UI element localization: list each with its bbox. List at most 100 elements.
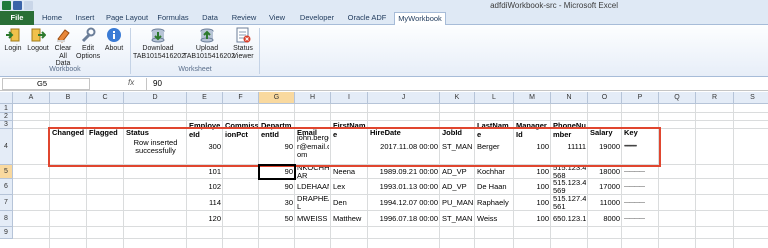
phone-number-cell: 515.123.4 568 [553, 166, 586, 178]
column-header-l[interactable]: L [475, 92, 514, 104]
gridline [13, 194, 768, 195]
upload-button[interactable]: Upload TAB1015416202 [183, 27, 235, 60]
column-header-q[interactable]: Q [659, 92, 696, 104]
column-header-k[interactable]: K [440, 92, 475, 104]
employee-id-cell: 114 [209, 197, 221, 207]
email-cell: LDEHAAN [297, 181, 329, 191]
tab-oracle-adf[interactable]: Oracle ADF [344, 12, 390, 25]
department-id-cell: 30 [284, 197, 293, 207]
tab-home[interactable]: Home [38, 12, 66, 25]
row-header-5[interactable]: 5 [0, 165, 13, 179]
last-name-cell: De Haan [477, 181, 507, 191]
key-cell: ———— [624, 168, 645, 175]
tab-data[interactable]: Data [196, 12, 224, 25]
column-header-c[interactable]: C [87, 92, 124, 104]
download-button[interactable]: Download TAB1015416202 [133, 27, 185, 60]
row-header-7[interactable]: 7 [0, 195, 13, 211]
status-viewer-icon [235, 27, 251, 43]
column-header-n[interactable]: N [551, 92, 588, 104]
last-name-cell: Kochhar [477, 166, 505, 176]
column-header-d[interactable]: D [124, 92, 187, 104]
gridline [13, 112, 768, 113]
manager-id-cell: 100 [536, 197, 549, 207]
formula-input[interactable]: 90 [146, 78, 764, 90]
name-box[interactable]: G5 [2, 78, 90, 90]
salary-cell: 11000 [599, 197, 620, 207]
phone-number-cell: 650.123.1 [553, 213, 586, 223]
tab-myworkbook[interactable]: MyWorkbook [394, 12, 446, 26]
select-all-corner[interactable] [0, 92, 13, 104]
column-header-o[interactable]: O [588, 92, 622, 104]
status-viewer-button[interactable]: Status Viewer [231, 27, 255, 60]
clear-all-data-button[interactable]: Clear All Data [52, 27, 74, 68]
login-button[interactable]: Login [2, 27, 24, 53]
job-id-cell: AD_VP [442, 166, 467, 176]
salary-cell: 18000 [599, 166, 620, 176]
hire-date-cell: 1996.07.18 00:00 [379, 213, 438, 223]
tab-file[interactable]: File [0, 11, 34, 25]
login-icon [5, 27, 21, 43]
upload-icon [199, 27, 215, 43]
job-id-cell: AD_VP [442, 181, 467, 191]
job-id-cell: ST_MAN [442, 213, 473, 223]
column-header-b[interactable]: B [50, 92, 87, 104]
phone-number-cell: 515.123.4 569 [553, 180, 586, 194]
tab-insert[interactable]: Insert [70, 12, 100, 25]
tab-review[interactable]: Review [228, 12, 260, 25]
email-cell: NKOCHH AR [297, 166, 329, 178]
info-icon [106, 27, 122, 43]
first-name-cell: Den [333, 197, 347, 207]
last-name-cell: Weiss [477, 213, 498, 223]
row-header-1[interactable]: 1 [0, 104, 13, 113]
key-cell: ———— [624, 183, 645, 190]
row-header-4[interactable]: 4 [0, 129, 13, 165]
formula-bar: G5 fx 90 [0, 77, 768, 91]
gridline [13, 238, 768, 239]
column-header-g[interactable]: G [259, 92, 295, 104]
spreadsheet-grid: A B C D E F G H I J K L M N O P Q R S 1 2 3 4 5 6 7 8 9 Changed Flagg… [0, 92, 768, 248]
salary-cell: 8000 [603, 213, 620, 223]
column-header-s[interactable]: S [734, 92, 768, 104]
column-header-j[interactable]: J [368, 92, 440, 104]
manager-id-cell: 100 [536, 213, 549, 223]
employee-id-cell: 102 [208, 181, 221, 191]
key-cell: ———— [624, 199, 645, 206]
column-header-h[interactable]: H [295, 92, 331, 104]
department-id-cell: 50 [284, 213, 293, 223]
ribbon: Login Logout Clear All Data Edit Options… [0, 25, 768, 77]
job-id-cell: PU_MAN [442, 197, 473, 207]
row-header-8[interactable]: 8 [0, 211, 13, 227]
inserted-row-highlight [48, 127, 661, 167]
group-separator [130, 28, 131, 74]
row-header-2[interactable]: 2 [0, 113, 13, 121]
about-button[interactable]: About [102, 27, 126, 53]
logout-button[interactable]: Logout [26, 27, 50, 53]
column-header-e[interactable]: E [187, 92, 223, 104]
column-header-r[interactable]: R [696, 92, 734, 104]
gridline [13, 120, 768, 121]
row-header-6[interactable]: 6 [0, 179, 13, 195]
tab-developer[interactable]: Developer [294, 12, 340, 25]
email-cell: MWEISS [297, 213, 328, 223]
column-header-i[interactable]: I [331, 92, 368, 104]
column-header-f[interactable]: F [223, 92, 259, 104]
edit-options-button[interactable]: Edit Options [76, 27, 100, 60]
insert-function-icon[interactable]: fx [128, 78, 134, 87]
hire-date-cell: 1993.01.13 00:00 [379, 181, 438, 191]
tab-view[interactable]: View [264, 12, 290, 25]
ribbon-tab-row: File Home Insert Page Layout Formulas Da… [0, 11, 768, 26]
tab-formulas[interactable]: Formulas [154, 12, 192, 25]
wrench-icon [80, 27, 96, 43]
column-header-m[interactable]: M [514, 92, 551, 104]
row-header-9[interactable]: 9 [0, 227, 13, 239]
first-name-cell: Matthew [333, 213, 362, 223]
employee-id-cell: 120 [208, 213, 221, 223]
column-header-p[interactable]: P [622, 92, 659, 104]
employee-id-cell: 101 [208, 166, 221, 176]
group-separator [259, 28, 260, 74]
active-cell[interactable] [258, 164, 296, 180]
row-header-3[interactable]: 3 [0, 121, 13, 129]
tab-page-layout[interactable]: Page Layout [104, 12, 150, 25]
first-name-cell: Neena [333, 166, 356, 176]
column-header-a[interactable]: A [13, 92, 50, 104]
